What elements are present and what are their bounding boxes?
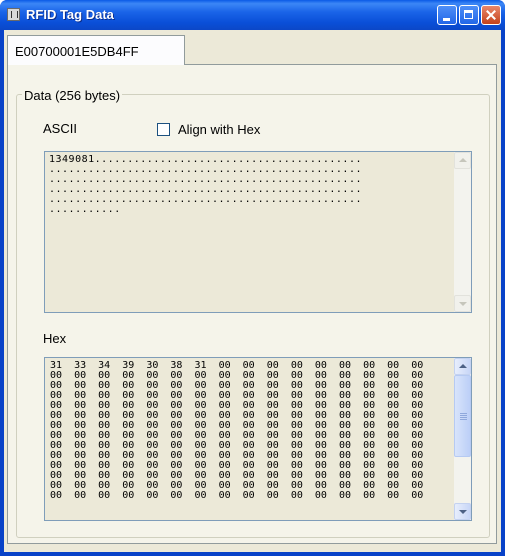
ascii-label: ASCII xyxy=(43,121,77,136)
close-button[interactable] xyxy=(481,5,501,25)
hex-label: Hex xyxy=(43,331,67,346)
chevron-down-icon xyxy=(459,302,467,306)
ascii-textbox[interactable]: 1349081.................................… xyxy=(44,151,472,313)
hex-scroll-down-button[interactable] xyxy=(454,503,471,520)
rfid-tag-data-window: RFID Tag Data Data (256 bytes) ASCII Ali… xyxy=(0,0,505,556)
tab-tag-id-label: E00700001E5DB4FF xyxy=(15,44,139,59)
data-group-label: Data (256 bytes) xyxy=(22,88,123,103)
window-title: RFID Tag Data xyxy=(26,7,114,22)
hex-textbox[interactable]: 31 33 34 39 30 38 31 00 00 00 00 00 00 0… xyxy=(44,357,472,521)
hex-scrollbar[interactable] xyxy=(454,358,471,520)
ascii-scrollbar[interactable] xyxy=(454,152,471,312)
grip-line xyxy=(460,419,467,420)
tab-panel: Data (256 bytes) ASCII Align with Hex 13… xyxy=(7,64,497,544)
app-icon[interactable] xyxy=(7,8,20,21)
ascii-scroll-up-button[interactable] xyxy=(454,152,471,169)
minimize-button[interactable] xyxy=(437,5,457,25)
title-bar[interactable]: RFID Tag Data xyxy=(0,0,505,30)
tab-tag-id[interactable]: E00700001E5DB4FF xyxy=(7,35,185,65)
chevron-up-icon xyxy=(459,364,467,368)
grip-line xyxy=(460,417,467,418)
hex-scroll-thumb[interactable] xyxy=(454,375,471,457)
hex-text: 31 33 34 39 30 38 31 00 00 00 00 00 00 0… xyxy=(50,360,424,501)
grip-line xyxy=(460,415,467,416)
ascii-text: 1349081.................................… xyxy=(49,154,362,215)
window-client-area: Data (256 bytes) ASCII Align with Hex 13… xyxy=(4,30,501,552)
ascii-scroll-down-button[interactable] xyxy=(454,295,471,312)
grip-line xyxy=(460,413,467,414)
maximize-button[interactable] xyxy=(459,5,479,25)
hex-scroll-up-button[interactable] xyxy=(454,358,471,375)
chevron-down-icon xyxy=(459,510,467,514)
chevron-up-icon xyxy=(459,158,467,162)
align-with-hex-label[interactable]: Align with Hex xyxy=(178,122,260,137)
align-with-hex-checkbox[interactable] xyxy=(157,123,170,136)
